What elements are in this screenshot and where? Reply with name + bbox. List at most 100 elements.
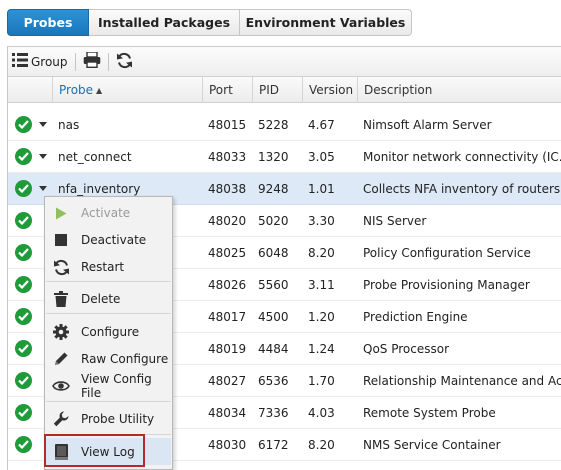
check-circle-icon (15, 308, 32, 325)
version-value: 1.20 (308, 309, 335, 324)
probe-context-menu: Activate Deactivate Restart Delete Confi… (44, 196, 173, 470)
description-value: Collects NFA inventory of routers... (363, 181, 561, 196)
column-label: PID (259, 83, 280, 97)
row-menu-caret-icon[interactable] (39, 186, 47, 191)
port-value: 48027 (208, 373, 247, 388)
pid-value: 6172 (258, 437, 289, 452)
description-value: Relationship Maintenance and Ac... (363, 373, 561, 388)
column-header-description[interactable]: Description (358, 77, 561, 103)
toolbar: Group (8, 47, 561, 77)
tab-bar: Probes Installed Packages Environment Va… (7, 9, 412, 36)
pencil-icon (52, 350, 70, 368)
row-menu-caret-icon[interactable] (39, 122, 47, 127)
column-header-version[interactable]: Version (303, 77, 358, 103)
sort-ascending-icon: ▲ (96, 85, 103, 95)
check-circle-icon (15, 148, 32, 165)
check-circle-icon (15, 116, 32, 133)
group-button[interactable]: Group (8, 50, 72, 74)
check-circle-icon (15, 404, 32, 421)
menu-item-label: View Config File (81, 371, 152, 400)
row-menu-caret-icon[interactable] (39, 154, 47, 159)
version-value: 1.24 (308, 341, 335, 356)
menu-item-label: Probe Utility (81, 411, 155, 426)
column-label: Port (209, 83, 233, 97)
print-button[interactable] (79, 50, 105, 74)
port-value: 48015 (208, 117, 247, 132)
menu-item-deactivate[interactable]: Deactivate (46, 226, 171, 253)
port-value: 48026 (208, 277, 247, 292)
print-icon (83, 51, 101, 71)
pid-value: 6536 (258, 373, 289, 388)
toolbar-divider (74, 52, 76, 71)
column-label: Probe (59, 83, 94, 97)
probe-name: net_connect (58, 149, 132, 164)
column-header-probe[interactable]: Probe ▲ (53, 77, 203, 103)
menu-item-label: Configure (81, 324, 140, 339)
pid-value: 4484 (258, 341, 289, 356)
check-circle-icon (15, 244, 32, 261)
group-label: Group (31, 54, 68, 69)
port-value: 48017 (208, 309, 247, 324)
pid-value: 1320 (258, 149, 289, 164)
menu-item-activate[interactable]: Activate (46, 199, 171, 226)
tab-environment-variables[interactable]: Environment Variables (240, 9, 412, 36)
menu-divider (46, 401, 171, 402)
version-value: 4.67 (308, 117, 335, 132)
list-icon (12, 53, 28, 70)
description-value: NMS Service Container (363, 437, 501, 452)
description-value: NIS Server (363, 213, 427, 228)
port-value: 48030 (208, 437, 247, 452)
eye-icon (52, 377, 70, 395)
port-value: 48038 (208, 181, 247, 196)
port-value: 48020 (208, 213, 247, 228)
column-header-port[interactable]: Port (203, 77, 253, 103)
check-circle-icon (15, 372, 32, 389)
check-circle-icon (15, 340, 32, 357)
version-value: 1.01 (308, 181, 335, 196)
menu-item-configure[interactable]: Configure (46, 318, 171, 345)
check-circle-icon (15, 276, 32, 293)
pid-value: 5228 (258, 117, 289, 132)
tab-probes[interactable]: Probes (7, 9, 89, 36)
description-value: Probe Provisioning Manager (363, 277, 530, 292)
wrench-icon (52, 410, 70, 428)
pid-value: 5560 (258, 277, 289, 292)
menu-item-restart[interactable]: Restart (46, 253, 171, 280)
menu-item-raw-configure[interactable]: Raw Configure (46, 345, 171, 372)
menu-item-label: Raw Configure (81, 351, 169, 366)
refresh-icon (116, 52, 133, 72)
menu-item-probe-utility[interactable]: Probe Utility (46, 405, 171, 432)
version-value: 3.11 (308, 277, 335, 292)
description-value: Remote System Probe (363, 405, 496, 420)
version-value: 8.20 (308, 437, 335, 452)
version-value: 4.03 (308, 405, 335, 420)
menu-item-label: Delete (81, 291, 121, 306)
refresh-button[interactable] (112, 50, 137, 74)
port-value: 48025 (208, 245, 247, 260)
menu-item-delete[interactable]: Delete (46, 285, 171, 312)
description-value: Monitor network connectivity (IC... (363, 149, 561, 164)
pid-value: 9248 (258, 181, 289, 196)
table-row[interactable]: net_connect 48033 1320 3.05 Monitor netw… (8, 141, 561, 173)
menu-item-label: Activate (81, 205, 131, 220)
column-header-pid[interactable]: PID (253, 77, 303, 103)
table-row[interactable]: nas 48015 5228 4.67 Nimsoft Alarm Server (8, 109, 561, 141)
column-label: Description (364, 83, 433, 97)
menu-item-label: Deactivate (81, 232, 147, 247)
description-value: Nimsoft Alarm Server (363, 117, 492, 132)
gear-icon (52, 323, 70, 341)
tab-installed-packages[interactable]: Installed Packages (89, 9, 240, 36)
version-value: 8.20 (308, 245, 335, 260)
description-value: Prediction Engine (363, 309, 468, 324)
pid-value: 5020 (258, 213, 289, 228)
menu-divider (46, 313, 171, 314)
check-circle-icon (15, 180, 32, 197)
version-value: 3.30 (308, 213, 335, 228)
version-value: 3.05 (308, 149, 335, 164)
menu-divider (46, 281, 171, 282)
check-circle-icon (15, 212, 32, 229)
stop-icon (52, 231, 70, 249)
menu-item-view-config-file[interactable]: View Config File (46, 371, 171, 400)
version-value: 1.70 (308, 373, 335, 388)
trash-icon (52, 290, 70, 308)
